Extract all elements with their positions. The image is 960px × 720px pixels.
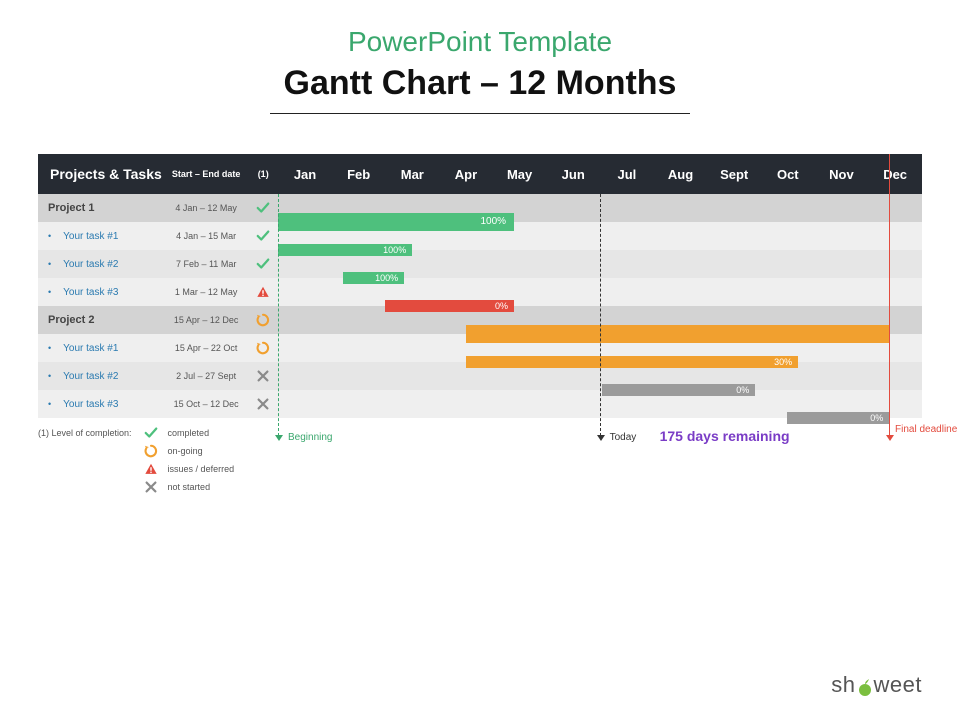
col-status: (1) <box>248 154 278 194</box>
task-row: •Your task #31 Mar – 12 May0% <box>38 278 922 306</box>
task-name: Your task #2 <box>63 259 118 270</box>
col-month: Apr <box>439 154 493 194</box>
date-range: 4 Jan – 12 May <box>175 203 237 213</box>
date-range: 4 Jan – 15 Mar <box>176 231 236 241</box>
status-cell <box>248 194 278 222</box>
col-month: Dec <box>868 154 922 194</box>
legend-title: (1) Level of completion: <box>38 426 132 494</box>
date-range: 1 Mar – 12 May <box>175 287 238 297</box>
status-cell <box>248 222 278 250</box>
legend-label: not started <box>168 482 211 492</box>
col-month: Jan <box>278 154 332 194</box>
legend-label: issues / deferred <box>168 464 235 474</box>
brand-logo: shweet <box>831 672 922 698</box>
bullet-icon: • <box>48 287 51 297</box>
check-icon <box>256 257 270 271</box>
date-range: 15 Apr – 12 Dec <box>174 315 239 325</box>
task-name: Your task #1 <box>63 343 118 354</box>
task-name: Your task #2 <box>63 371 118 382</box>
cross-icon <box>256 397 270 411</box>
legend-item: on-going <box>144 444 235 458</box>
brand-leaf-icon <box>856 677 874 695</box>
col-month: Jul <box>600 154 654 194</box>
check-icon <box>256 229 270 243</box>
today-marker-label: Today <box>610 432 637 443</box>
task-name: Your task #3 <box>63 399 118 410</box>
header-row: Projects & Tasks Start – End date (1) Ja… <box>38 154 922 194</box>
project-bar <box>466 325 889 343</box>
completion-label: 0% <box>495 301 508 311</box>
task-bar: 0% <box>602 384 755 396</box>
status-cell <box>248 390 278 418</box>
gantt-chart: Projects & Tasks Start – End date (1) Ja… <box>38 154 922 418</box>
task-row: •Your task #27 Feb – 11 Mar100% <box>38 250 922 278</box>
bullet-icon: • <box>48 343 51 353</box>
bullet-icon: • <box>48 399 51 409</box>
warning-icon <box>144 462 158 476</box>
completion-label: 100% <box>480 216 506 227</box>
completion-label: 0% <box>736 385 749 395</box>
status-cell <box>248 306 278 334</box>
task-bar: 100% <box>343 272 405 284</box>
cycle-icon <box>256 341 270 355</box>
cross-icon <box>256 369 270 383</box>
col-month: Sept <box>707 154 761 194</box>
project-row: Project 14 Jan – 12 May100% <box>38 194 922 222</box>
check-icon <box>256 201 270 215</box>
title-rule <box>270 113 690 114</box>
completion-label: 100% <box>375 273 398 283</box>
col-month: Mar <box>385 154 439 194</box>
legend-label: on-going <box>168 446 203 456</box>
page-subtitle: PowerPoint Template <box>38 26 922 58</box>
date-range: 15 Oct – 12 Dec <box>174 399 239 409</box>
task-name: Your task #1 <box>63 231 118 242</box>
col-month: Jun <box>546 154 600 194</box>
beginning-marker-label: Beginning <box>288 432 332 443</box>
cycle-icon <box>144 444 158 458</box>
task-bar: 100% <box>278 244 412 256</box>
completion-label: 30% <box>774 357 792 367</box>
completion-label: 0% <box>870 413 883 423</box>
date-range: 15 Apr – 22 Oct <box>175 343 238 353</box>
project-name: Project 2 <box>48 314 94 326</box>
check-icon <box>144 426 158 440</box>
col-projects-tasks: Projects & Tasks <box>38 154 164 194</box>
legend-item: not started <box>144 480 235 494</box>
status-cell <box>248 278 278 306</box>
col-month: Aug <box>654 154 708 194</box>
days-remaining: 175 days remaining <box>660 428 790 444</box>
col-month: Nov <box>815 154 869 194</box>
bullet-icon: • <box>48 231 51 241</box>
project-bar: 100% <box>278 213 514 231</box>
status-cell <box>248 362 278 390</box>
status-cell <box>248 250 278 278</box>
col-dates: Start – End date <box>164 154 248 194</box>
col-month: May <box>493 154 547 194</box>
legend-item: completed <box>144 426 235 440</box>
project-name: Project 1 <box>48 202 94 214</box>
task-bar: 0% <box>787 412 889 424</box>
page-title: Gantt Chart – 12 Months <box>38 64 922 103</box>
bullet-icon: • <box>48 371 51 381</box>
col-month: Feb <box>332 154 386 194</box>
completion-label: 100% <box>383 245 406 255</box>
task-bar: 30% <box>466 356 798 368</box>
task-bar: 0% <box>385 300 514 312</box>
brand-pre: sh <box>831 672 855 697</box>
legend-item: issues / deferred <box>144 462 235 476</box>
status-cell <box>248 334 278 362</box>
brand-post: weet <box>874 672 922 697</box>
bullet-icon: • <box>48 259 51 269</box>
warning-icon <box>256 285 270 299</box>
legend-label: completed <box>168 428 210 438</box>
legend: (1) Level of completion: completed on-goi… <box>38 426 234 494</box>
task-row: •Your task #315 Oct – 12 Dec0% <box>38 390 922 418</box>
final-deadline-label: Final deadline <box>895 424 935 435</box>
col-month: Oct <box>761 154 815 194</box>
task-name: Your task #3 <box>63 287 118 298</box>
date-range: 2 Jul – 27 Sept <box>176 371 236 381</box>
date-range: 7 Feb – 11 Mar <box>176 259 236 269</box>
cross-icon <box>144 480 158 494</box>
cycle-icon <box>256 313 270 327</box>
